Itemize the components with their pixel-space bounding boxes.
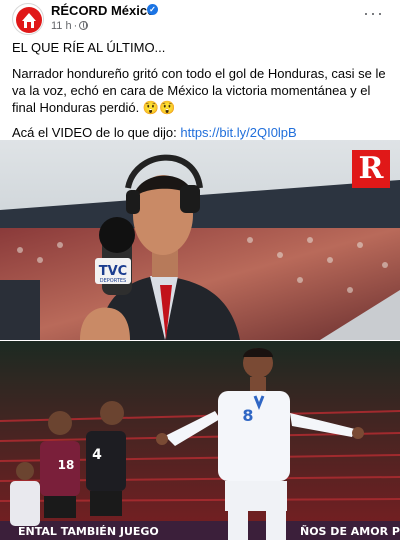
commentator-image: TVC DEPORTES xyxy=(0,140,400,340)
mexico-player-number-2: 4 xyxy=(92,447,102,463)
post-text: EL QUE RÍE AL ÚLTIMO... Narrador hondure… xyxy=(12,39,392,141)
record-logo-icon xyxy=(16,7,42,33)
post-meta: 11 h · xyxy=(51,20,89,32)
page-avatar[interactable] xyxy=(12,3,44,35)
photo-match[interactable]: ENTAL TAMBIÉN JUEGO ÑOS DE AMOR PO 18 4 xyxy=(0,341,400,540)
match-image: ENTAL TAMBIÉN JUEGO ÑOS DE AMOR PO 18 4 xyxy=(0,341,400,540)
mic-flag-sublabel: DEPORTES xyxy=(100,278,126,284)
more-options-icon[interactable]: ··· xyxy=(363,4,384,22)
mexico-player-number-1: 18 xyxy=(58,458,75,472)
globe-icon[interactable] xyxy=(79,21,89,30)
honduras-player-number: 8 xyxy=(242,406,253,425)
video-line: Acá el VIDEO de lo que dijo: https://bit… xyxy=(12,125,297,140)
post-timestamp[interactable]: 11 h xyxy=(51,20,72,32)
page-name-link[interactable]: RÉCORD México xyxy=(51,3,155,18)
banner-text-left: ENTAL TAMBIÉN JUEGO xyxy=(18,525,159,538)
verified-badge-icon: ✓ xyxy=(147,4,158,15)
record-watermark: R xyxy=(352,150,390,188)
post-header: RÉCORD México ✓ 11 h · ··· xyxy=(0,0,400,38)
photo-commentator[interactable]: TVC DEPORTES R xyxy=(0,140,400,340)
post-headline: EL QUE RÍE AL ÚLTIMO... xyxy=(12,40,166,55)
post-body: Narrador hondureño gritó con todo el gol… xyxy=(12,66,386,115)
video-link[interactable]: https://bit.ly/2QI0lpB xyxy=(180,125,296,140)
video-prefix: Acá el VIDEO de lo que dijo: xyxy=(12,125,181,140)
meta-separator: · xyxy=(73,20,78,32)
mic-flag-label: TVC xyxy=(99,264,127,279)
banner-text-right: ÑOS DE AMOR PO xyxy=(300,525,400,538)
